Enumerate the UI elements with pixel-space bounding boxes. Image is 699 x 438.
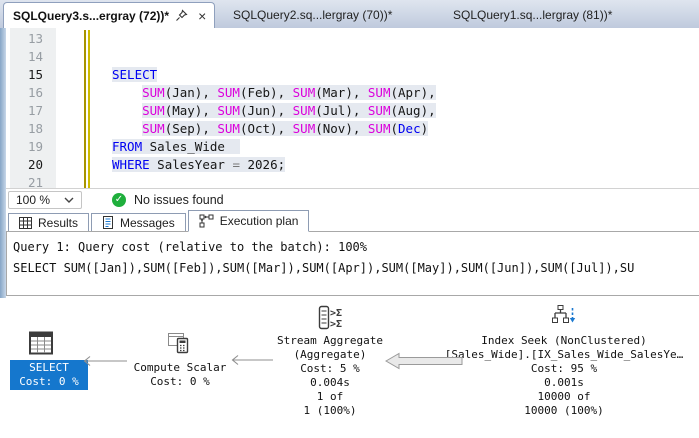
editor-status-bar: 100 % ✓ No issues found — [6, 188, 699, 211]
results-pane-tabs: Results Messages Execution plan — [6, 210, 699, 232]
plan-node-index-seek-labels: Index Seek (NonClustered) [Sales_Wide].[I… — [444, 334, 684, 417]
plan-arrow-indexseek-to-stream[interactable] — [383, 350, 465, 372]
svg-text:>Σ: >Σ — [330, 308, 342, 319]
tab-sqlquery1[interactable]: SQLQuery1.sq...lergray (81))* — [444, 2, 621, 28]
tab-label: Messages — [120, 215, 175, 230]
tab-messages[interactable]: Messages — [91, 213, 186, 232]
plan-node-stream-aggregate-labels: Stream Aggregate (Aggregate) Cost: 5 % 0.00… — [277, 334, 383, 417]
query-cost-text: Query 1: Query cost (relative to the bat… — [13, 240, 368, 254]
chevron-down-icon — [64, 197, 74, 203]
tab-label: SQLQuery3.s...ergray (72))* — [13, 8, 170, 23]
tab-label: SQLQuery1.sq...lergray (81))* — [453, 8, 613, 22]
tab-sqlquery3[interactable]: SQLQuery3.s...ergray (72))* × — [3, 2, 215, 28]
tab-label: SQLQuery2.sq...lergray (70))* — [233, 8, 393, 22]
execution-plan-diagram: SELECT Cost: 0 % Compute Scalar Cost: 0 % … — [0, 298, 699, 438]
pin-icon[interactable] — [175, 9, 188, 22]
result-set-icon — [28, 331, 54, 361]
index-seek-icon — [549, 304, 577, 337]
execution-plan-header: Query 1: Query cost (relative to the bat… — [6, 231, 699, 296]
plan-arrow-compute-to-select[interactable] — [80, 354, 128, 368]
close-icon[interactable]: × — [198, 8, 206, 24]
issues-status-text: No issues found — [134, 193, 224, 207]
no-issues-check-icon: ✓ — [112, 193, 126, 207]
tab-label: Results — [38, 215, 79, 230]
editor-lines: 13 14 15 SELECT 16 SUM(Jan), SUM(Feb), SUM(M… — [27, 31, 436, 188]
stream-aggregate-icon: >Σ >Σ — [317, 304, 343, 337]
zoom-level-value: 100 % — [16, 193, 51, 207]
query-statement-text: SELECT SUM([Jan]),SUM([Feb]),SUM([Mar]),… — [13, 261, 635, 275]
results-grid-icon — [19, 216, 32, 229]
tab-sqlquery2[interactable]: SQLQuery2.sq...lergray (70))* — [224, 2, 401, 28]
compute-scalar-icon — [165, 331, 193, 362]
plan-node-select-labels: SELECT Cost: 0 % — [10, 360, 88, 390]
plan-arrow-stream-to-compute[interactable] — [228, 353, 274, 367]
tab-label: Execution plan — [219, 214, 299, 228]
execution-plan-icon — [199, 214, 214, 228]
tab-results[interactable]: Results — [8, 213, 90, 232]
svg-text:>Σ: >Σ — [330, 319, 342, 330]
sql-editor-surface[interactable]: 13 14 15 SELECT 16 SUM(Jan), SUM(Feb), SUM(M… — [6, 28, 699, 188]
messages-icon — [103, 216, 114, 229]
tab-execution-plan[interactable]: Execution plan — [187, 210, 310, 232]
zoom-level-dropdown[interactable]: 100 % — [8, 191, 82, 209]
document-tab-bar: SQLQuery3.s...ergray (72))* × SQLQuery2.… — [0, 0, 699, 28]
